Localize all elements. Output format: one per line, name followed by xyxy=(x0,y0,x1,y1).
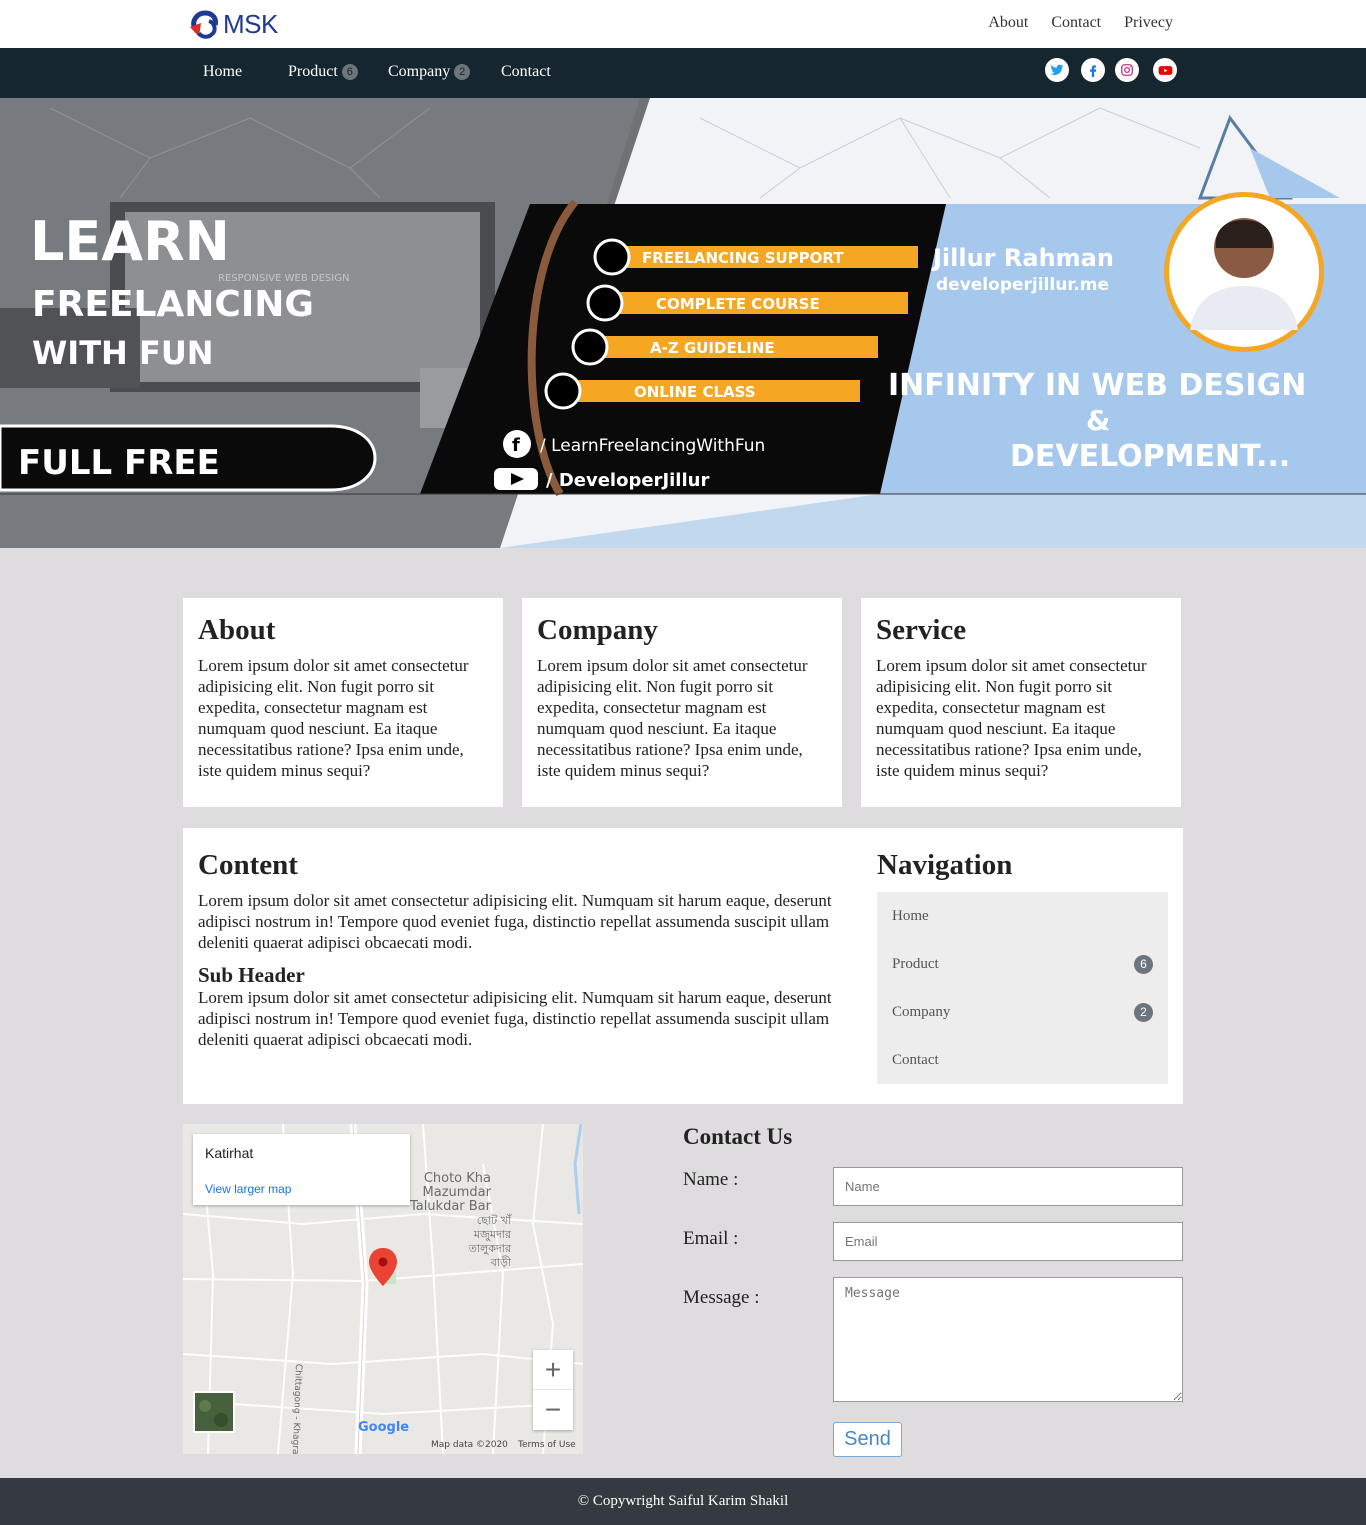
top-link-contact[interactable]: Contact xyxy=(1051,14,1101,32)
hero-feature: A-Z GUIDELINE xyxy=(650,339,775,357)
side-nav-item-home[interactable]: Home xyxy=(877,892,1168,940)
nav-item-label: Home xyxy=(203,63,243,80)
map-terms-link[interactable]: Terms of Use xyxy=(518,1440,576,1450)
count-badge: 6 xyxy=(341,64,358,80)
footer: © Copywright Saiful Karim Shakil xyxy=(0,1478,1366,1525)
side-nav-item-product[interactable]: Product 6 xyxy=(877,940,1168,988)
nav-item-label: Company xyxy=(388,63,451,80)
map-info-card: Katirhat View larger map xyxy=(193,1134,410,1205)
logo-text: MSK xyxy=(223,8,278,39)
side-navigation: Home Product 6 Company 2 Contact xyxy=(877,892,1168,1084)
facebook-icon[interactable] xyxy=(1081,58,1105,82)
navigation-title: Navigation xyxy=(877,849,1013,881)
message-field[interactable] xyxy=(833,1277,1183,1402)
hero-feature: ONLINE CLASS xyxy=(634,383,756,401)
hero-tagline2: DEVELOPMENT... xyxy=(1010,439,1290,474)
message-label: Message : xyxy=(683,1287,760,1308)
side-nav-label: Product xyxy=(892,955,939,972)
nav-item-product[interactable]: Product 6 xyxy=(288,63,358,81)
send-button[interactable]: Send xyxy=(833,1422,902,1457)
name-label: Name : xyxy=(683,1169,739,1190)
email-field[interactable] xyxy=(833,1222,1183,1261)
hero-name: Jillur Rahman xyxy=(931,244,1114,272)
card-title: Company xyxy=(537,614,658,646)
hero-graphic: RESPONSIVE WEB DESIGN FREELANCING SUPPOR… xyxy=(0,98,1366,548)
count-badge: 2 xyxy=(1134,1002,1153,1022)
top-link-about[interactable]: About xyxy=(988,14,1028,32)
map-place-name: Katirhat xyxy=(205,1145,254,1161)
map-zoom-control: + − xyxy=(533,1350,573,1430)
count-badge: 2 xyxy=(454,64,471,80)
nav-item-contact[interactable]: Contact xyxy=(501,63,551,81)
sub-header: Sub Header xyxy=(198,963,305,987)
hero-screen-caption: RESPONSIVE WEB DESIGN xyxy=(218,273,349,284)
side-nav-label: Home xyxy=(892,907,929,924)
hero-website: developerjillur.me xyxy=(936,275,1109,295)
map-area-label-en: Choto Kha Mazumdar Talukdar Bar xyxy=(409,1171,491,1214)
card-company: Company Lorem ipsum dolor sit amet conse… xyxy=(522,598,842,807)
hero-tagline1: INFINITY IN WEB DESIGN xyxy=(888,368,1306,403)
nav-item-home[interactable]: Home xyxy=(203,63,242,81)
hero-feature: FREELANCING SUPPORT xyxy=(642,249,844,267)
instagram-icon[interactable] xyxy=(1115,58,1139,82)
embedded-map[interactable]: Choto Kha Mazumdar Talukdar Bar ছোট খাঁ … xyxy=(183,1124,583,1454)
youtube-icon[interactable] xyxy=(1153,58,1177,82)
email-label: Email : xyxy=(683,1228,739,1249)
content-section: Content Lorem ipsum dolor sit amet conse… xyxy=(183,828,1183,1104)
hero-banner: RESPONSIVE WEB DESIGN FREELANCING SUPPOR… xyxy=(0,98,1366,548)
svg-text:f: f xyxy=(512,435,520,456)
top-links: About Contact Privecy xyxy=(988,14,1173,32)
hero-line2: FREELANCING xyxy=(32,284,314,325)
twitter-icon[interactable] xyxy=(1045,58,1069,82)
card-about: About Lorem ipsum dolor sit amet consect… xyxy=(183,598,503,807)
zoom-out-button[interactable]: − xyxy=(533,1390,573,1430)
content-title: Content xyxy=(198,849,298,881)
sub-text: Lorem ipsum dolor sit amet consectetur a… xyxy=(198,988,832,1049)
hero-tagline-amp: & xyxy=(1086,404,1110,437)
side-nav-item-contact[interactable]: Contact xyxy=(877,1036,1168,1084)
hero-facebook-handle: / LearnFreelancingWithFun xyxy=(540,436,765,456)
content-main: Content Lorem ipsum dolor sit amet conse… xyxy=(198,848,838,1050)
card-text: Lorem ipsum dolor sit amet consectetur a… xyxy=(198,656,469,780)
card-service: Service Lorem ipsum dolor sit amet conse… xyxy=(861,598,1181,807)
google-logo: Google xyxy=(358,1420,410,1435)
view-larger-map-link[interactable]: View larger map xyxy=(205,1182,291,1196)
nav-item-label: Contact xyxy=(501,63,551,80)
logo-icon xyxy=(190,10,218,39)
side-nav-label: Company xyxy=(892,1003,951,1020)
content-text: Lorem ipsum dolor sit amet consectetur a… xyxy=(198,891,832,952)
map-data-attribution: Map data ©2020 xyxy=(431,1440,508,1450)
hero-feature: COMPLETE COURSE xyxy=(656,295,820,313)
card-title: About xyxy=(198,614,276,646)
contact-title: Contact Us xyxy=(683,1124,793,1149)
top-bar: MSK About Contact Privecy xyxy=(0,0,1366,48)
card-text: Lorem ipsum dolor sit amet consectetur a… xyxy=(876,656,1147,780)
card-text: Lorem ipsum dolor sit amet consectetur a… xyxy=(537,656,808,780)
card-title: Service xyxy=(876,614,967,646)
hero-line3: WITH FUN xyxy=(32,334,214,372)
count-badge: 6 xyxy=(1134,954,1153,974)
copyright-text: © Copywright Saiful Karim Shakil xyxy=(577,1493,789,1509)
side-nav-item-company[interactable]: Company 2 xyxy=(877,988,1168,1036)
hero-full-free: FULL FREE xyxy=(18,443,220,483)
hero-youtube-handle: / DeveloperJillur xyxy=(546,470,709,491)
side-nav-label: Contact xyxy=(892,1051,939,1068)
nav-item-label: Product xyxy=(288,63,338,80)
hero-line1: LEARN xyxy=(30,210,230,273)
zoom-in-button[interactable]: + xyxy=(533,1350,573,1390)
top-link-privacy[interactable]: Privecy xyxy=(1124,14,1173,32)
logo[interactable]: MSK xyxy=(187,6,278,42)
name-field[interactable] xyxy=(833,1167,1183,1206)
nav-item-company[interactable]: Company 2 xyxy=(388,63,471,81)
map-area-label-bn: ছোট খাঁ মজুমদার তালুকদার বাড়ী xyxy=(468,1214,511,1269)
